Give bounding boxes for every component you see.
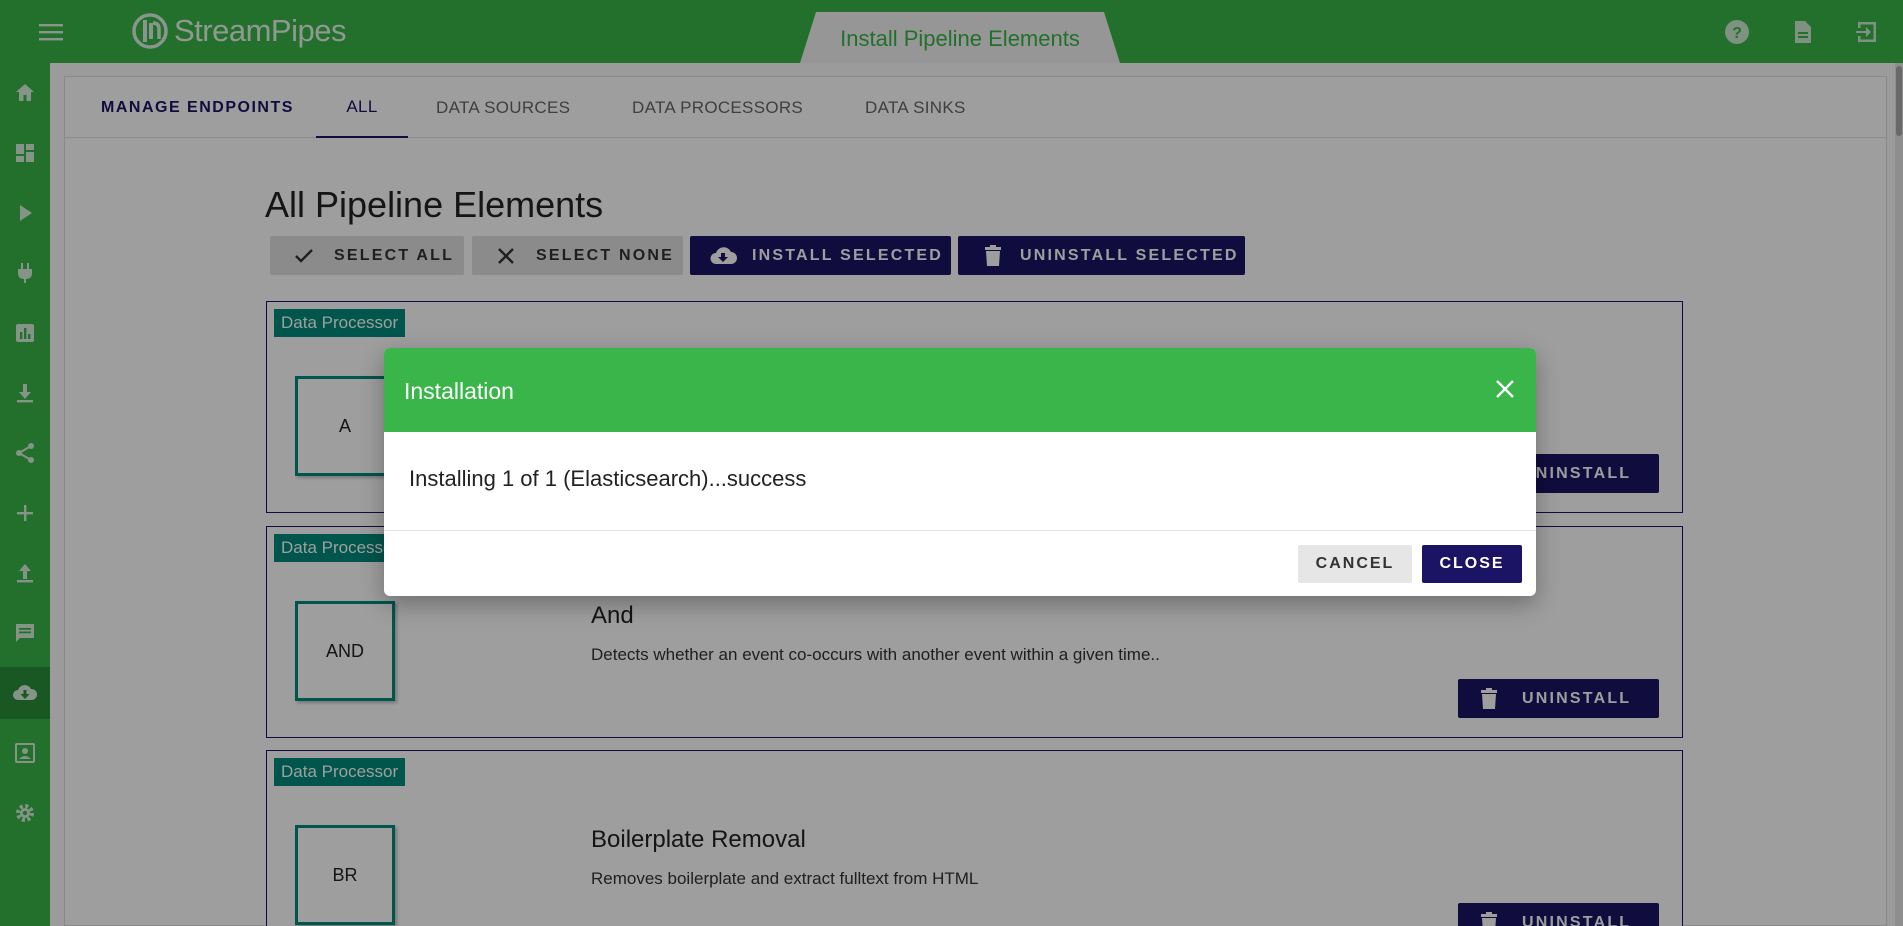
- dialog-divider: [384, 530, 1536, 531]
- close-button[interactable]: CLOSE: [1422, 545, 1522, 583]
- cancel-button[interactable]: CANCEL: [1298, 545, 1412, 583]
- dialog-title: Installation: [404, 378, 514, 404]
- close-icon[interactable]: [1490, 374, 1520, 404]
- dialog-message: Installing 1 of 1 (Elasticsearch)...succ…: [409, 466, 807, 491]
- installation-dialog: Installation Installing 1 of 1 (Elastics…: [384, 348, 1536, 596]
- dialog-header: Installation: [384, 348, 1536, 432]
